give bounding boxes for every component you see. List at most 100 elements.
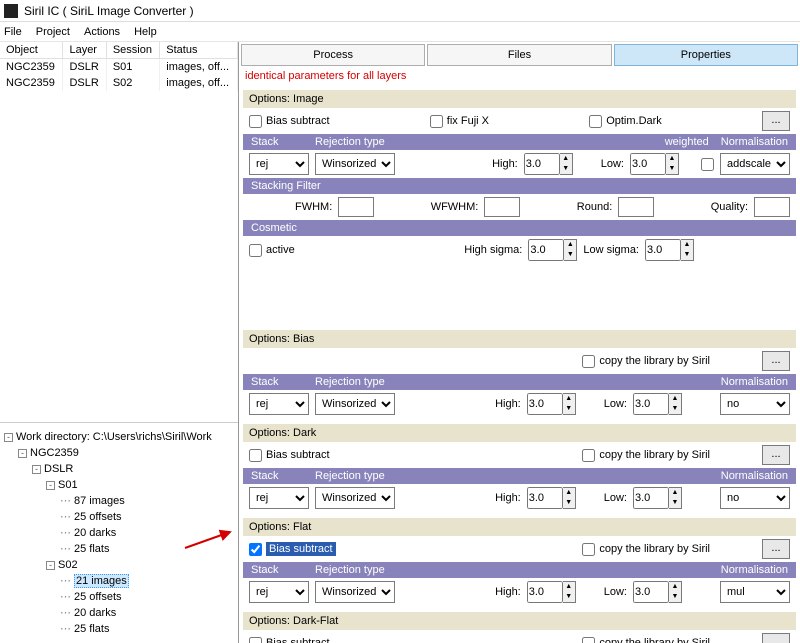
cell-status: images, off... <box>160 59 238 76</box>
chk-fix-fuji[interactable]: fix Fuji X <box>430 115 489 128</box>
rejection-select[interactable]: Winsorized <box>315 581 395 603</box>
spin-up-icon[interactable]: ▲ <box>564 240 576 250</box>
normalisation-select[interactable]: no <box>720 393 790 415</box>
high-input[interactable] <box>527 393 563 415</box>
tree-toggle-icon[interactable]: - <box>4 433 13 442</box>
tree-leaf[interactable]: ⋯87 images <box>4 493 234 509</box>
spin-up-icon[interactable]: ▲ <box>669 394 681 404</box>
tree-session-s01[interactable]: S01 <box>58 479 78 491</box>
group-darkflat-title: Options: Dark-Flat <box>243 612 796 630</box>
chk-copy-lib-dark[interactable]: copy the library by Siril <box>582 449 710 462</box>
spin-up-icon[interactable]: ▲ <box>563 488 575 498</box>
stack-select[interactable]: rej <box>249 153 309 175</box>
spin-down-icon[interactable]: ▼ <box>669 404 681 414</box>
tree-toggle-icon[interactable]: - <box>32 465 41 474</box>
spin-down-icon[interactable]: ▼ <box>681 250 693 260</box>
chk-optim-dark[interactable]: Optim.Dark <box>589 115 662 128</box>
normalisation-select[interactable]: no <box>720 487 790 509</box>
high-input[interactable] <box>527 487 563 509</box>
menu-file[interactable]: File <box>4 26 22 38</box>
tree-toggle-icon[interactable]: - <box>46 481 55 490</box>
menu-help[interactable]: Help <box>134 26 157 38</box>
tree-object[interactable]: NGC2359 <box>30 447 79 459</box>
high-input[interactable] <box>524 153 560 175</box>
browse-button[interactable]: ... <box>762 633 790 643</box>
tree-leaf[interactable]: ⋯25 flats <box>4 621 234 637</box>
rejection-select[interactable]: Winsorized <box>315 153 395 175</box>
tree-leaf[interactable]: ⋯25 flats <box>4 541 234 557</box>
spin-down-icon[interactable]: ▼ <box>563 592 575 602</box>
spin-up-icon[interactable]: ▲ <box>681 240 693 250</box>
spin-up-icon[interactable]: ▲ <box>666 154 678 164</box>
spin-down-icon[interactable]: ▼ <box>563 498 575 508</box>
stack-select[interactable]: rej <box>249 581 309 603</box>
tree-toggle-icon[interactable]: - <box>46 561 55 570</box>
high-input[interactable] <box>527 581 563 603</box>
spin-down-icon[interactable]: ▼ <box>564 250 576 260</box>
menu-actions[interactable]: Actions <box>84 26 120 38</box>
tree-leaf[interactable]: ⋯20 darks <box>4 605 234 621</box>
spin-down-icon[interactable]: ▼ <box>669 498 681 508</box>
menu-project[interactable]: Project <box>36 26 70 38</box>
tab-properties[interactable]: Properties <box>614 44 798 66</box>
tree-leaf[interactable]: ⋯21 images <box>4 573 234 589</box>
tree-leaf[interactable]: ⋯20 darks <box>4 525 234 541</box>
col-object[interactable]: Object <box>0 42 63 59</box>
stack-select[interactable]: rej <box>249 487 309 509</box>
browse-button[interactable]: ... <box>762 539 790 559</box>
quality-input[interactable] <box>754 197 790 217</box>
tree-workdir[interactable]: Work directory: C:\Users\richs\Siril\Wor… <box>16 431 212 443</box>
spin-up-icon[interactable]: ▲ <box>669 488 681 498</box>
wfwhm-input[interactable] <box>484 197 520 217</box>
spin-down-icon[interactable]: ▼ <box>563 404 575 414</box>
col-layer[interactable]: Layer <box>63 42 106 59</box>
normalisation-select[interactable]: mul <box>720 581 790 603</box>
col-status[interactable]: Status <box>160 42 238 59</box>
tree-leaf[interactable]: ⋯25 offsets <box>4 509 234 525</box>
col-session[interactable]: Session <box>106 42 159 59</box>
round-input[interactable] <box>618 197 654 217</box>
normalisation-select[interactable]: addscale <box>720 153 790 175</box>
browse-button[interactable]: ... <box>762 111 790 131</box>
tree-session-s02[interactable]: S02 <box>58 559 78 571</box>
low-sigma-input[interactable] <box>645 239 681 261</box>
file-tree[interactable]: -Work directory: C:\Users\richs\Siril\Wo… <box>0 422 238 643</box>
chk-bias-subtract-dark[interactable]: Bias subtract <box>249 449 330 462</box>
low-input[interactable] <box>633 393 669 415</box>
tree-toggle-icon[interactable]: - <box>18 449 27 458</box>
fwhm-input[interactable] <box>338 197 374 217</box>
browse-button[interactable]: ... <box>762 351 790 371</box>
spin-down-icon[interactable]: ▼ <box>560 164 572 174</box>
spin-up-icon[interactable]: ▲ <box>563 394 575 404</box>
spin-down-icon[interactable]: ▼ <box>666 164 678 174</box>
chk-bias-subtract-flat[interactable]: Bias subtract <box>249 542 336 556</box>
high-sigma-input[interactable] <box>528 239 564 261</box>
spin-up-icon[interactable]: ▲ <box>560 154 572 164</box>
session-table: Object Layer Session Status NGC2359DSLRS… <box>0 42 238 91</box>
rejection-select[interactable]: Winsorized <box>315 393 395 415</box>
table-row[interactable]: NGC2359DSLRS02images, off... <box>0 75 238 91</box>
tab-files[interactable]: Files <box>427 44 611 66</box>
table-row[interactable]: NGC2359DSLRS01images, off... <box>0 59 238 76</box>
chk-active[interactable]: active <box>249 244 295 257</box>
chk-bias-subtract[interactable]: Bias subtract <box>249 115 330 128</box>
weighted-checkbox[interactable] <box>701 158 714 171</box>
low-input[interactable] <box>630 153 666 175</box>
stack-select[interactable]: rej <box>249 393 309 415</box>
window-title: Siril IC ( SiriL Image Converter ) <box>24 4 194 18</box>
spin-up-icon[interactable]: ▲ <box>563 582 575 592</box>
chk-copy-lib-flat[interactable]: copy the library by Siril <box>582 543 710 556</box>
low-input[interactable] <box>633 581 669 603</box>
spin-down-icon[interactable]: ▼ <box>669 592 681 602</box>
chk-copy-lib-bias[interactable]: copy the library by Siril <box>582 355 710 368</box>
app-icon <box>4 4 18 18</box>
rejection-select[interactable]: Winsorized <box>315 487 395 509</box>
low-input[interactable] <box>633 487 669 509</box>
browse-button[interactable]: ... <box>762 445 790 465</box>
spin-up-icon[interactable]: ▲ <box>669 582 681 592</box>
chk-bias-subtract-darkflat[interactable]: Bias subtract <box>249 637 330 643</box>
chk-copy-lib-darkflat[interactable]: copy the library by Siril <box>582 637 710 643</box>
tree-leaf[interactable]: ⋯25 offsets <box>4 589 234 605</box>
tab-process[interactable]: Process <box>241 44 425 66</box>
tree-layer[interactable]: DSLR <box>44 463 73 475</box>
